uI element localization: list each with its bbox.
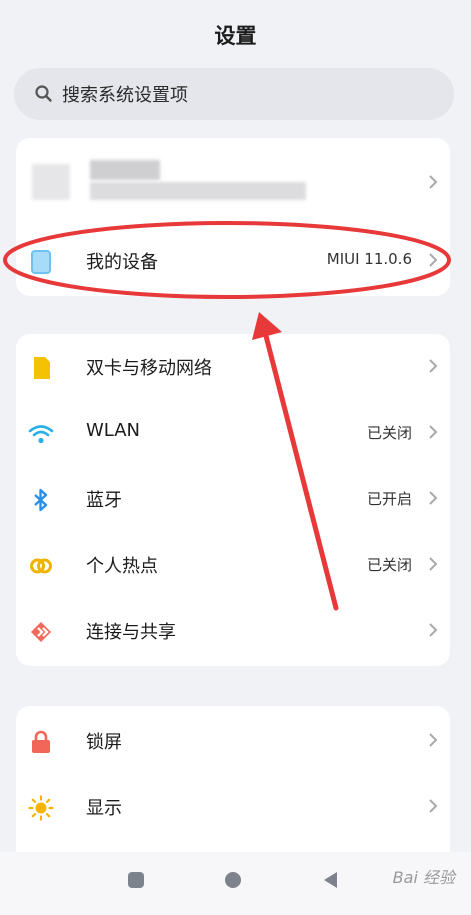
annotation-ellipse xyxy=(3,221,451,299)
annotation-overlay xyxy=(3,221,451,611)
annotation-arrowhead xyxy=(252,312,282,340)
annotation-arrow-shaft xyxy=(263,333,339,611)
